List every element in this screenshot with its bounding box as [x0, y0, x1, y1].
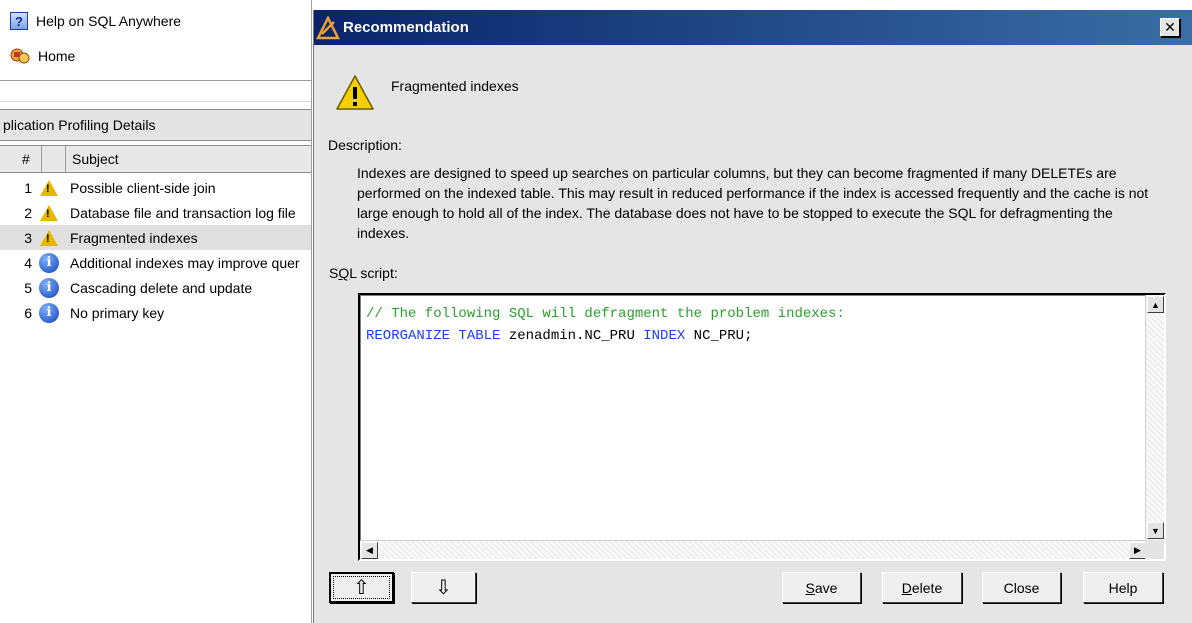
scroll-up-icon[interactable]: ▲ [1147, 296, 1164, 313]
save-button[interactable]: Save [782, 572, 861, 603]
warning-icon [40, 179, 58, 196]
section-title: plication Profiling Details [0, 109, 311, 141]
row-subject: Additional indexes may improve quer [70, 254, 300, 271]
table-row[interactable]: 1 Possible client-side join [0, 175, 311, 200]
warning-icon [335, 73, 375, 113]
sql-script-label: SQL script: [329, 265, 398, 281]
row-subject: No primary key [70, 304, 165, 321]
scroll-down-icon[interactable]: ▼ [1147, 522, 1164, 539]
left-panel: ? Help on SQL Anywhere Home plication Pr… [0, 0, 312, 623]
table-row[interactable]: 6 i No primary key [0, 300, 311, 325]
arrow-down-icon: ⇩ [435, 577, 452, 599]
table-row-selected[interactable]: 3 Fragmented indexes [0, 225, 311, 250]
next-button[interactable]: ⇩ [411, 572, 476, 603]
help-link-label: Help on SQL Anywhere [36, 13, 182, 29]
delete-button[interactable]: Delete [882, 572, 962, 603]
recommendation-name: Fragmented indexes [391, 78, 519, 94]
row-subject: Fragmented indexes [70, 229, 198, 246]
arrow-up-icon: ⇧ [353, 577, 370, 599]
sql-code: // The following SQL will defragment the… [366, 306, 845, 344]
warning-icon [40, 204, 58, 221]
recommendation-dialog: Recommendation ✕ Fragmented indexes Desc… [313, 10, 1192, 623]
close-icon[interactable]: ✕ [1160, 18, 1180, 37]
row-subject: Cascading delete and update [70, 279, 253, 296]
previous-button[interactable]: ⇧ [329, 572, 394, 603]
table-row[interactable]: 4 i Additional indexes may improve quer [0, 250, 311, 275]
row-number: 1 [24, 179, 32, 196]
vertical-scrollbar[interactable]: ▲ ▼ [1145, 295, 1164, 540]
help-link[interactable]: ? Help on SQL Anywhere [10, 10, 181, 32]
scroll-right-icon[interactable]: ▶ [1129, 542, 1146, 559]
row-number: 6 [24, 304, 32, 321]
row-number: 4 [24, 254, 32, 271]
description-label: Description: [328, 137, 402, 153]
recommendations-list: 1 Possible client-side join 2 Database f… [0, 175, 311, 325]
horizontal-scrollbar[interactable]: ◀ ▶ [360, 540, 1147, 559]
close-button[interactable]: Close [982, 572, 1061, 603]
table-row[interactable]: 5 i Cascading delete and update [0, 275, 311, 300]
row-subject: Database file and transaction log file [70, 204, 296, 221]
column-header-number[interactable]: # [0, 146, 42, 172]
row-subject: Possible client-side join [70, 179, 216, 196]
warning-icon [40, 229, 58, 246]
info-icon: i [39, 252, 59, 273]
help-icon: ? [10, 12, 28, 30]
table-row[interactable]: 2 Database file and transaction log file [0, 200, 311, 225]
home-link-label: Home [38, 48, 76, 64]
app-icon [315, 14, 341, 40]
column-header-icon[interactable] [42, 146, 66, 172]
scroll-corner [1145, 540, 1164, 559]
scroll-left-icon[interactable]: ◀ [361, 542, 378, 559]
help-button[interactable]: Help [1083, 572, 1163, 603]
info-icon: i [39, 302, 59, 323]
home-icon [10, 46, 30, 66]
recommendations-table-header: # Subject [0, 145, 311, 173]
dialog-titlebar[interactable]: Recommendation [314, 10, 1192, 45]
column-header-subject[interactable]: Subject [66, 146, 311, 172]
info-icon: i [39, 277, 59, 298]
row-number: 2 [24, 204, 32, 221]
row-number: 3 [24, 229, 32, 246]
sql-script-editor[interactable]: // The following SQL will defragment the… [358, 293, 1166, 561]
row-number: 5 [24, 279, 32, 296]
address-bar[interactable] [0, 80, 311, 102]
description-text: Indexes are designed to speed up searche… [357, 165, 1149, 241]
home-link[interactable]: Home [10, 45, 75, 67]
dialog-title: Recommendation [343, 19, 469, 36]
